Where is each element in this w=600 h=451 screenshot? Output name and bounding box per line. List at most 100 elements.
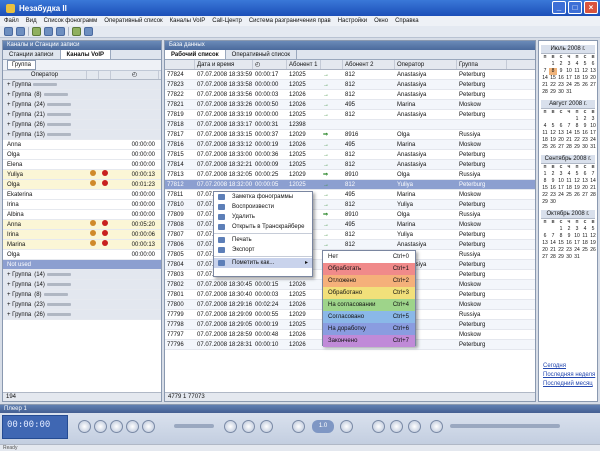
calendar-day[interactable]: 28 — [549, 254, 557, 261]
calendar-day[interactable]: 11 — [565, 178, 573, 185]
calendar-day[interactable]: 25 — [565, 192, 573, 199]
month-title[interactable]: Август 2008 г. — [541, 100, 595, 109]
calendar-day[interactable]: 9 — [565, 233, 573, 240]
menu-item[interactable]: Оперативный список — [104, 18, 162, 24]
calendar-day[interactable]: 16 — [565, 240, 573, 247]
calendar-day[interactable]: 18 — [565, 185, 573, 192]
calendar-day[interactable]: 30 — [549, 199, 557, 206]
calendar-day[interactable]: 1 — [549, 61, 557, 68]
calendar-day[interactable]: 25 — [581, 247, 589, 254]
calendar-day[interactable]: 14 — [549, 240, 557, 247]
calendar-day[interactable]: 29 — [549, 89, 557, 96]
cut-button[interactable] — [260, 420, 273, 433]
menu-item[interactable]: Каналы VoIP — [170, 18, 206, 24]
calendar-day[interactable]: 29 — [557, 254, 565, 261]
save-icon[interactable] — [16, 27, 25, 36]
mark-option[interactable]: Отложено Ctrl+2 — [323, 275, 415, 287]
calendar-day[interactable]: 30 — [557, 89, 565, 96]
calendar-day[interactable]: 17 — [557, 185, 565, 192]
calendar-day[interactable]: 26 — [573, 192, 581, 199]
month-title[interactable]: Сентябрь 2008 г. — [541, 155, 595, 164]
table-row[interactable]: 77819 07.07.2008 18:33:19 00:00:00 12025 → 81… — [165, 110, 535, 120]
calendar-day[interactable]: 22 — [549, 82, 557, 89]
mark-option[interactable]: На согласовании Ctrl+4 — [323, 299, 415, 311]
calendar-day[interactable]: 31 — [589, 144, 597, 151]
mark-option[interactable]: Обработать Ctrl+1 — [323, 263, 415, 275]
calendar-day[interactable]: 13 — [541, 240, 549, 247]
calendar-day[interactable]: 27 — [557, 144, 565, 151]
context-menu-item[interactable]: Печать — [214, 235, 312, 245]
subscriber1-column-header[interactable]: Абонент 1 — [287, 60, 321, 69]
mark-option[interactable]: Обработано Ctrl+3 — [323, 287, 415, 299]
calendar-day[interactable]: 20 — [581, 185, 589, 192]
calendar-day[interactable]: 9 — [581, 123, 589, 130]
calendar-day[interactable]: 2 — [549, 171, 557, 178]
filter-icon[interactable] — [44, 27, 53, 36]
export-button[interactable] — [430, 420, 443, 433]
group-filter-chip[interactable]: Группа — [7, 60, 37, 70]
slower-button[interactable] — [292, 420, 305, 433]
calendar-day[interactable]: 10 — [573, 233, 581, 240]
calendar-day[interactable]: 6 — [541, 233, 549, 240]
calendar-day[interactable]: 21 — [589, 185, 597, 192]
calendar-day[interactable]: 19 — [573, 185, 581, 192]
calendar-day[interactable]: 24 — [589, 137, 597, 144]
operator-row[interactable]: Olga 00:00:00 — [3, 250, 161, 260]
calendar-day[interactable]: 21 — [565, 137, 573, 144]
calendar-day[interactable]: 8 — [541, 178, 549, 185]
table-row[interactable]: 77812 07.07.2008 18:32:00 00:00:05 12025 → 81… — [165, 180, 535, 190]
group-row[interactable]: + Группа (8) — [3, 90, 161, 100]
menu-item[interactable]: Список фонограмм — [44, 18, 98, 24]
id-column-header[interactable] — [165, 60, 195, 69]
calendar-day[interactable]: 20 — [541, 247, 549, 254]
operator-row[interactable]: Olga 00:00:00 — [3, 150, 161, 160]
marker-button[interactable] — [242, 420, 255, 433]
menu-item[interactable]: Настройки — [338, 18, 367, 24]
calendar-day[interactable]: 19 — [581, 75, 589, 82]
rewind-button[interactable] — [78, 420, 91, 433]
play-button[interactable] — [94, 420, 107, 433]
calendar-day[interactable]: 1 — [541, 171, 549, 178]
calendar-day[interactable]: 25 — [573, 82, 581, 89]
calendar-day[interactable]: 18 — [581, 240, 589, 247]
eq-button[interactable] — [390, 420, 403, 433]
calendar-day[interactable]: 17 — [565, 75, 573, 82]
table-row[interactable]: 77813 07.07.2008 18:32:05 00:00:25 12029 ⇒ 89… — [165, 170, 535, 180]
tab-stations[interactable]: Станции записи — [3, 50, 61, 59]
context-menu-item[interactable]: Заметка фонограммы — [214, 192, 312, 202]
menu-item[interactable]: Система разграничения прав — [249, 18, 331, 24]
calendar-day[interactable]: 23 — [557, 82, 565, 89]
calendar-day[interactable]: 17 — [573, 240, 581, 247]
table-row[interactable]: 77814 07.07.2008 18:32:21 00:00:09 12025 → 81… — [165, 160, 535, 170]
operator-row[interactable]: Anna 00:05:20 — [3, 220, 161, 230]
group-row[interactable]: + Группа — [3, 80, 161, 90]
calendar-quick-link[interactable]: Сегодня — [543, 362, 595, 371]
calendar-day[interactable]: 11 — [573, 68, 581, 75]
calendar-day[interactable]: 4 — [541, 123, 549, 130]
calendar-day[interactable]: 16 — [549, 185, 557, 192]
refresh-icon[interactable] — [32, 27, 41, 36]
group-row[interactable]: + Группа (8) — [3, 290, 161, 300]
calendar-day[interactable]: 20 — [557, 137, 565, 144]
calendar-day[interactable]: 14 — [589, 178, 597, 185]
calendar-day[interactable]: 4 — [573, 61, 581, 68]
group-row[interactable]: + Группа (23) — [3, 300, 161, 310]
calendar-day[interactable]: 8 — [549, 68, 557, 75]
calendar-day[interactable]: 22 — [557, 247, 565, 254]
datetime-column-header[interactable]: Дата и время — [195, 60, 253, 69]
calendar-day[interactable]: 9 — [549, 178, 557, 185]
calendar-day[interactable]: 15 — [557, 240, 565, 247]
month-title[interactable]: Октябрь 2008 г. — [541, 210, 595, 219]
calendar-day[interactable]: 8 — [557, 233, 565, 240]
calendar-day[interactable]: 15 — [573, 130, 581, 137]
calendar-day[interactable]: 12 — [573, 178, 581, 185]
calendar-day[interactable]: 2 — [581, 116, 589, 123]
calendar-day[interactable]: 11 — [581, 233, 589, 240]
menu-item[interactable]: Справка — [395, 18, 419, 24]
calendar-day[interactable]: 1 — [557, 226, 565, 233]
minimize-button[interactable]: _ — [552, 1, 566, 14]
operator-row[interactable]: Ekaterina 00:00:00 — [3, 190, 161, 200]
calendar-day[interactable]: 7 — [565, 123, 573, 130]
operator-row[interactable]: Olga 00:01:23 — [3, 180, 161, 190]
calendar-day[interactable]: 24 — [565, 82, 573, 89]
